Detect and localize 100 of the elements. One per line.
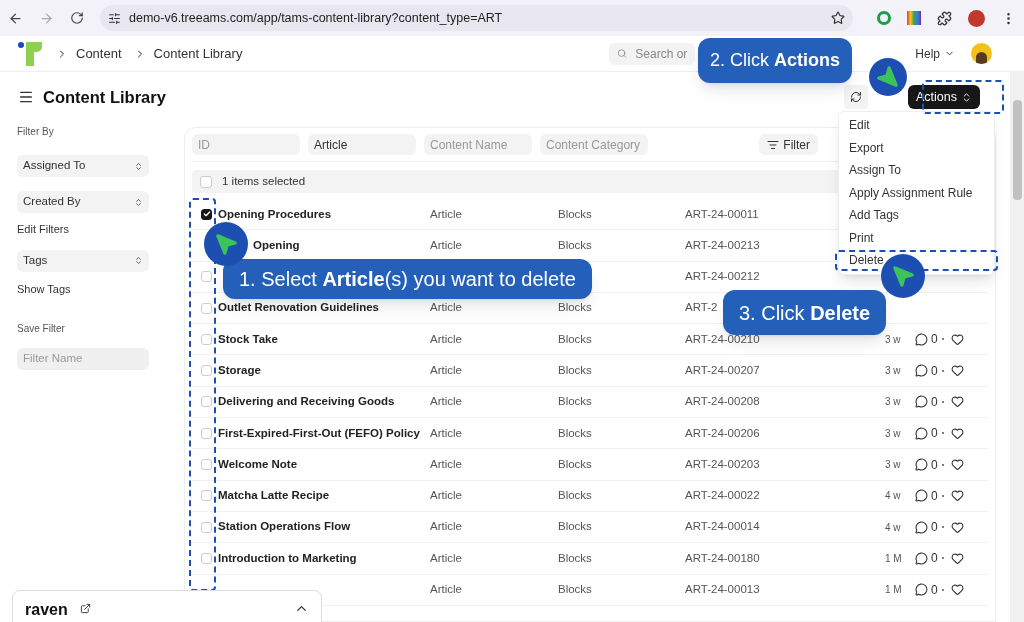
like-icon[interactable] xyxy=(950,458,964,471)
content-name[interactable]: Storage xyxy=(218,364,261,376)
comment-count: 0 xyxy=(931,581,938,599)
comment-icon xyxy=(915,520,928,534)
modified-age: 4 w xyxy=(885,520,902,535)
back-icon[interactable] xyxy=(8,10,23,26)
pointer-icon xyxy=(204,222,248,266)
actions-button[interactable]: Actions xyxy=(908,85,980,109)
comment-count: 0 xyxy=(931,425,938,443)
step-callout: 2. Click Actions xyxy=(698,38,853,83)
comment-icon xyxy=(915,364,928,378)
content-name[interactable]: Matcha Latte Recipe xyxy=(218,489,330,502)
filter-field[interactable]: Article xyxy=(308,134,416,155)
filter-select[interactable]: Assigned To xyxy=(17,155,149,177)
content-category: Blocks xyxy=(558,551,592,564)
content-id: ART-24-00013 xyxy=(685,583,760,596)
content-type: Article xyxy=(430,395,462,408)
menu-item[interactable]: Print xyxy=(849,228,874,247)
logo-icon xyxy=(18,40,44,67)
pointer-icon xyxy=(869,58,907,96)
filter-select[interactable]: Created By xyxy=(17,191,149,213)
external-link-icon[interactable] xyxy=(79,603,91,614)
search-placeholder: Search or xyxy=(635,45,688,63)
menu-item[interactable]: Export xyxy=(849,138,884,157)
widget-title[interactable]: raven xyxy=(25,598,68,622)
content-category: Blocks xyxy=(558,457,592,470)
like-icon[interactable] xyxy=(950,364,964,378)
modified-age: 3 w xyxy=(885,332,902,347)
breadcrumb-link[interactable]: Content xyxy=(76,43,122,64)
modified-age: 1 M xyxy=(885,551,903,566)
filter-button[interactable]: Filter xyxy=(759,134,818,155)
comment-icon xyxy=(915,583,928,597)
comment-count: 0 xyxy=(931,550,938,568)
content-category: Blocks xyxy=(558,301,592,314)
content-category: Blocks xyxy=(558,395,592,408)
content-id: ART-24-00206 xyxy=(685,426,760,439)
content-name[interactable]: Delivering and Receiving Goods xyxy=(218,395,395,408)
reload-icon[interactable] xyxy=(70,11,84,25)
modified-age: 3 w xyxy=(885,458,902,472)
user-avatar[interactable] xyxy=(971,43,992,64)
extension-icon[interactable] xyxy=(907,11,921,25)
like-icon[interactable] xyxy=(950,489,964,503)
help-menu[interactable]: Help xyxy=(915,44,955,63)
menu-item[interactable]: Apply Assignment Rule xyxy=(849,183,973,202)
modified-age: 1 M xyxy=(885,583,903,598)
comment-count: 0 xyxy=(931,362,938,380)
url-text: demo-v6.treeams.com/app/tams-content-library?content_type=ART xyxy=(129,9,504,27)
content-name[interactable]: Stock Take xyxy=(218,332,278,345)
content-type: Article xyxy=(430,583,462,596)
like-icon[interactable] xyxy=(950,332,964,346)
content-name[interactable]: Station Operations Flow xyxy=(218,520,351,533)
comment-count: 0 xyxy=(931,456,938,474)
profile-avatar[interactable] xyxy=(968,9,985,27)
select-all-checkbox[interactable] xyxy=(200,175,212,188)
modified-age: 3 w xyxy=(885,426,902,441)
comment-icon xyxy=(915,426,928,440)
content-category: Blocks xyxy=(558,332,592,345)
content-type: Article xyxy=(430,457,462,470)
row-checkbox[interactable] xyxy=(201,208,212,220)
comment-count: 0 xyxy=(931,393,938,411)
page-title: Content Library xyxy=(43,86,166,108)
site-settings-icon[interactable] xyxy=(108,11,121,25)
comment-count: 0 xyxy=(931,331,938,349)
selection-count: 1 items selected xyxy=(222,173,306,189)
content-name[interactable]: Opening Procedures xyxy=(218,207,332,220)
content-name[interactable]: First-Expired-First-Out (FEFO) Policy xyxy=(218,426,420,439)
section-heading: Filter By xyxy=(17,125,55,139)
breadcrumb-link[interactable]: Content Library xyxy=(153,43,243,64)
star-icon[interactable] xyxy=(831,11,845,25)
section-heading: Save Filter xyxy=(17,322,66,336)
show-tags-link[interactable]: Show Tags xyxy=(17,280,149,297)
edit-filters-link[interactable]: Edit Filters xyxy=(17,221,149,238)
tags-select[interactable]: Tags xyxy=(17,249,149,272)
content-category: Blocks xyxy=(558,489,592,502)
menu-icon[interactable] xyxy=(18,89,34,105)
refresh-button[interactable] xyxy=(844,85,868,109)
like-icon[interactable] xyxy=(950,583,964,597)
content-name[interactable]: Welcome Note xyxy=(218,457,298,470)
menu-item[interactable]: Assign To xyxy=(849,161,901,180)
like-icon[interactable] xyxy=(950,395,964,409)
content-id: ART-24-00208 xyxy=(685,395,760,408)
menu-item[interactable]: Edit xyxy=(849,116,870,135)
extensions-icon[interactable] xyxy=(937,10,952,26)
address-bar[interactable]: demo-v6.treeams.com/app/tams-content-library?content_type=ART xyxy=(100,5,853,31)
like-icon[interactable] xyxy=(950,520,964,534)
content-category: Blocks xyxy=(558,520,592,533)
chevron-updown-icon xyxy=(134,256,143,265)
comment-icon xyxy=(915,458,928,471)
like-icon[interactable] xyxy=(950,551,964,565)
content-category: Blocks xyxy=(558,364,592,376)
content-name[interactable]: Introduction to Marketing xyxy=(218,551,357,564)
extension-icon[interactable] xyxy=(877,11,891,25)
content-name[interactable]: Outlet Renovation Guidelines xyxy=(218,301,380,314)
content-category: Blocks xyxy=(558,238,592,251)
content-type: Article xyxy=(430,332,462,345)
menu-item[interactable]: Add Tags xyxy=(849,206,899,225)
like-icon[interactable] xyxy=(950,426,964,440)
content-type: Article xyxy=(430,364,462,376)
content-id: ART-24-00210 xyxy=(685,332,760,345)
content-name[interactable]: Opening xyxy=(253,238,300,251)
